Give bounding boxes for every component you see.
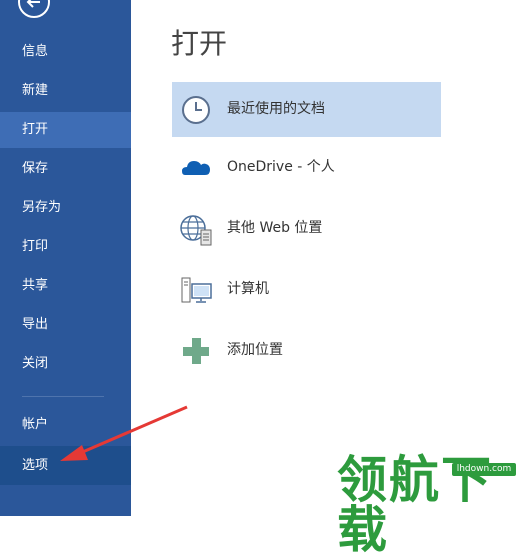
computer-icon [181,277,212,303]
watermark-url: lhdown.com [452,463,516,476]
nav-divider [22,396,104,397]
clock-icon [182,96,210,124]
cloud-icon [182,161,210,175]
location-label: 最近使用的文档 [227,101,325,117]
back-button[interactable] [18,0,50,18]
nav-item-new[interactable]: 新建 [0,73,131,109]
location-label: 计算机 [227,281,269,297]
nav-item-save[interactable]: 保存 [0,151,131,187]
nav-item-save-as[interactable]: 另存为 [0,190,131,226]
nav-item-open[interactable]: 打开 [0,112,131,148]
location-label: 添加位置 [227,342,283,358]
plus-icon [183,338,209,364]
location-onedrive[interactable]: OneDrive - 个人 [172,140,441,195]
location-add-place[interactable]: 添加位置 [172,323,441,378]
nav-item-close[interactable]: 关闭 [0,346,131,382]
nav-item-account[interactable]: 帐户 [0,407,131,443]
location-label: 其他 Web 位置 [227,220,323,236]
nav-item-share[interactable]: 共享 [0,268,131,304]
location-computer[interactable]: 计算机 [172,262,441,317]
nav-item-print[interactable]: 打印 [0,229,131,265]
location-other-web[interactable]: 其他 Web 位置 [172,201,441,256]
page-title: 打开 [171,27,228,60]
nav-item-options[interactable]: 选项 [0,446,131,485]
nav-item-export[interactable]: 导出 [0,307,131,343]
globe-server-icon [180,215,212,246]
location-recent-documents[interactable]: 最近使用的文档 [172,82,441,137]
location-label: OneDrive - 个人 [227,159,335,175]
back-arrow-icon [26,0,40,8]
nav-item-info[interactable]: 信息 [0,34,131,70]
backstage-sidebar: 信息 新建 打开 保存 另存为 打印 共享 导出 关闭 帐户 选项 [0,0,131,516]
